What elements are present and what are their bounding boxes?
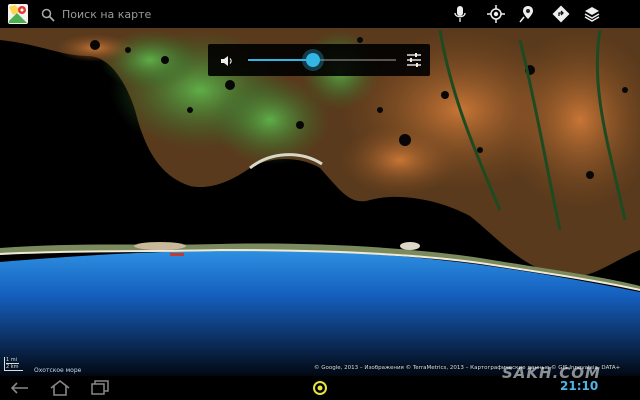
action-bar: Поиск на карте bbox=[0, 0, 640, 28]
scale-km-label: 2 km bbox=[6, 363, 19, 370]
sound-settings-icon[interactable] bbox=[406, 52, 422, 72]
home-icon[interactable] bbox=[48, 378, 72, 398]
microphone-icon[interactable] bbox=[450, 4, 470, 24]
scale-bar: 1 mi 2 km bbox=[4, 357, 23, 371]
directions-icon[interactable] bbox=[551, 4, 571, 24]
layers-icon[interactable] bbox=[582, 4, 602, 24]
search-input[interactable]: Поиск на карте bbox=[62, 8, 442, 21]
maps-app-icon[interactable] bbox=[7, 3, 29, 25]
volume-panel bbox=[208, 44, 430, 76]
search-icon[interactable] bbox=[41, 7, 55, 22]
my-location-icon[interactable] bbox=[486, 4, 506, 24]
sea-label: Охотское море bbox=[34, 367, 82, 374]
volume-level-fill bbox=[248, 59, 314, 61]
recent-apps-icon[interactable] bbox=[88, 378, 112, 398]
scale-miles-label: 1 mi bbox=[6, 357, 18, 363]
volume-slider[interactable] bbox=[248, 53, 396, 67]
back-icon[interactable] bbox=[8, 378, 32, 398]
places-icon[interactable] bbox=[517, 4, 537, 24]
volume-slider-thumb[interactable] bbox=[306, 53, 321, 67]
speaker-icon bbox=[220, 53, 234, 72]
notification-dot-icon[interactable] bbox=[308, 378, 332, 398]
status-clock: 21:10 bbox=[560, 379, 599, 393]
